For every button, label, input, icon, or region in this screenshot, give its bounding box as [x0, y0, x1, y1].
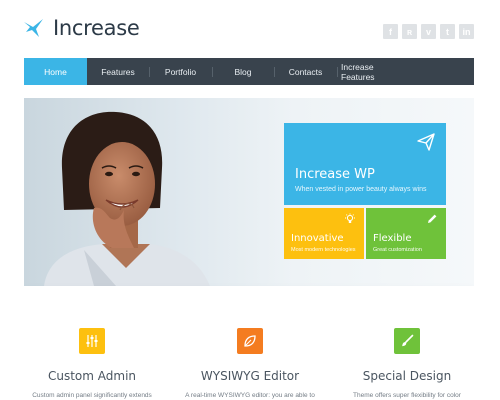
feature-custom-admin: Custom Admin Custom admin panel signific… [22, 328, 162, 399]
hero-tile-innovative[interactable]: Innovative Most modern technologies [284, 208, 364, 259]
feature-wysiwyg-editor: WYSIWYG Editor A real-time WYSIWYG edito… [180, 328, 320, 399]
nav-item-blog[interactable]: Blog [212, 58, 274, 85]
brush-icon [394, 328, 420, 354]
tile-innovative-title: Innovative [291, 233, 344, 244]
sliders-icon [79, 328, 105, 354]
feature-text: A real-time WYSIWYG editor: you are able… [185, 392, 315, 399]
tile-innovative-subtitle: Most modern technologies [291, 247, 356, 253]
linkedin-icon[interactable]: in [459, 24, 474, 39]
paper-plane-icon [417, 133, 435, 151]
vimeo-icon[interactable]: v [421, 24, 436, 39]
feature-text: Theme offers super flexibility for color [353, 392, 461, 399]
hero-slider[interactable]: Increase WP When vested in power beauty … [24, 98, 474, 286]
hero-tile-subtitle: When vested in power beauty always wins [295, 186, 427, 193]
feature-title: Special Design [362, 369, 452, 383]
feature-special-design: Special Design Theme offers super flexib… [337, 328, 477, 399]
tile-flexible-subtitle: Great customization [373, 247, 422, 253]
hero-tile-main[interactable]: Increase WP When vested in power beauty … [284, 123, 446, 205]
nav-item-increase-features[interactable]: Increase Features [337, 58, 409, 85]
social-links: f ʀ v t in [383, 24, 474, 39]
tile-flexible-title: Flexible [373, 233, 412, 244]
pencil-icon [428, 214, 437, 223]
nav-item-home[interactable]: Home [24, 58, 87, 85]
logo[interactable]: Increase [22, 16, 140, 40]
hero-tile-title: Increase WP [295, 167, 375, 182]
feature-title: WYSIWYG Editor [200, 369, 300, 383]
main-nav: Home Features Portfolio Blog Contacts In… [24, 58, 474, 85]
feature-title: Custom Admin [47, 369, 137, 383]
nav-item-features[interactable]: Features [87, 58, 149, 85]
lightbulb-icon [345, 213, 355, 223]
feature-text: Custom admin panel significantly extends [32, 392, 152, 399]
twitter-icon[interactable]: t [440, 24, 455, 39]
facebook-icon[interactable]: f [383, 24, 398, 39]
logo-text: Increase [53, 16, 140, 40]
hero-portrait-image [44, 111, 210, 286]
bird-logo-icon [24, 19, 43, 37]
leaf-icon [237, 328, 263, 354]
nav-item-contacts[interactable]: Contacts [274, 58, 337, 85]
rss-icon[interactable]: ʀ [402, 24, 417, 39]
hero-tile-flexible[interactable]: Flexible Great customization [366, 208, 446, 259]
nav-item-portfolio[interactable]: Portfolio [149, 58, 212, 85]
